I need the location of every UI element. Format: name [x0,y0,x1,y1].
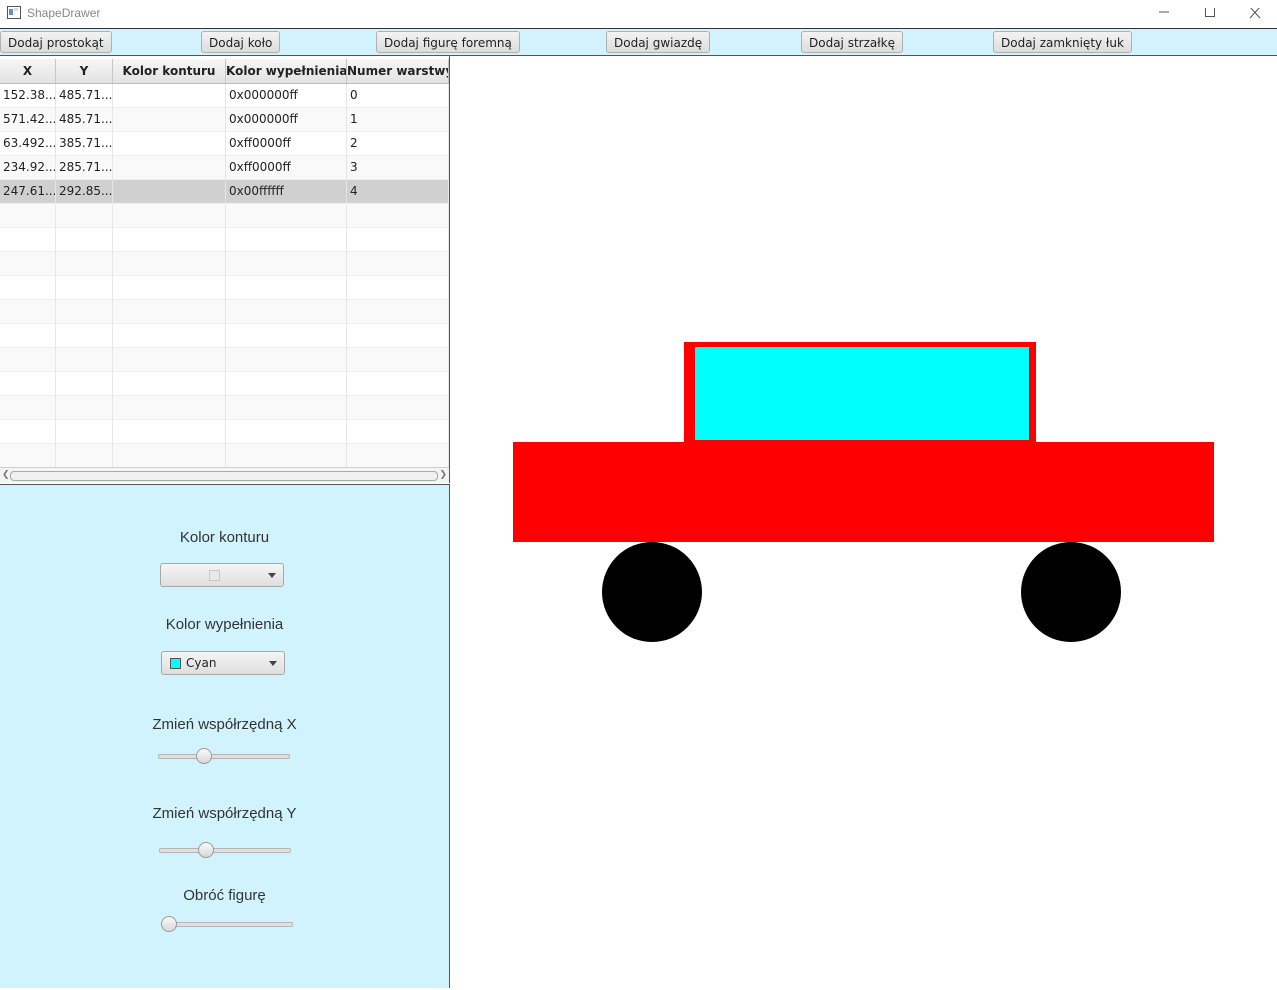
y-coordinate-slider[interactable] [159,842,291,858]
cell-x: 247.61... [0,180,56,204]
cell-y: 285.71... [56,156,113,180]
app-icon [7,6,21,19]
x-coordinate-slider[interactable] [158,748,290,764]
cell-fill-color: 0x000000ff [226,84,347,108]
x-coordinate-label: Zmień współrzędną X [152,716,297,733]
table-row[interactable]: 152.38... 485.71... 0x000000ff 0 [0,84,449,108]
column-header-x[interactable]: X [0,59,56,83]
maximize-button[interactable] [1187,0,1233,28]
fill-color-swatch [170,658,181,669]
cell-stroke-color [113,132,226,156]
y-coordinate-label: Zmień współrzędną Y [152,805,297,822]
fill-color-picker[interactable]: Cyan [161,651,285,675]
left-wheel-circle[interactable] [602,542,702,642]
scroll-left-icon[interactable]: ❮ [2,470,10,480]
column-header-stroke-color[interactable]: Kolor konturu [113,59,226,83]
add-star-button[interactable]: Dodaj gwiazdę [606,31,711,53]
cell-y: 292.85... [56,180,113,204]
cell-fill-color: 0xff0000ff [226,156,347,180]
empty-row [0,228,449,252]
cell-layer-number: 2 [347,132,449,156]
chevron-down-icon [268,573,276,578]
column-header-fill-color[interactable]: Kolor wypełnienia [226,59,347,83]
cell-stroke-color [113,84,226,108]
empty-row [0,348,449,372]
cell-y: 485.71... [56,108,113,132]
cell-stroke-color [113,108,226,132]
cell-layer-number: 4 [347,180,449,204]
empty-row [0,276,449,300]
empty-row [0,300,449,324]
close-icon [1249,8,1261,19]
cell-fill-color: 0x00ffffff [226,180,347,204]
cell-y: 485.71... [56,84,113,108]
shapes-table: X Y Kolor konturu Kolor wypełnienia Nume… [0,56,450,483]
empty-row [0,204,449,228]
table-header: X Y Kolor konturu Kolor wypełnienia Nume… [0,59,449,84]
add-closed-arc-button[interactable]: Dodaj zamknięty łuk [993,31,1132,53]
cell-layer-number: 3 [347,156,449,180]
cell-x: 234.92... [0,156,56,180]
title-bar: ShapeDrawer [0,0,1277,29]
car-window-rectangle[interactable] [695,347,1029,440]
rotate-label: Obróć figurę [183,887,266,904]
slider-thumb[interactable] [195,748,212,764]
cell-x: 571.42... [0,108,56,132]
toolbar: Dodaj prostokąt Dodaj koło Dodaj figurę … [0,29,1277,56]
cell-y: 385.71... [56,132,113,156]
properties-panel: Kolor konturu Kolor wypełnienia Cyan Zmi… [0,484,450,988]
cell-layer-number: 1 [347,108,449,132]
horizontal-scrollbar[interactable]: ❮ ❯ [0,467,449,483]
fill-color-label: Kolor wypełnienia [165,616,284,633]
empty-row [0,396,449,420]
table-row[interactable]: 234.92... 285.71... 0xff0000ff 3 [0,156,449,180]
slider-thumb[interactable] [197,842,214,858]
chevron-down-icon [269,661,277,666]
rotate-slider[interactable] [161,916,293,932]
stroke-color-picker[interactable] [160,563,284,587]
table-row-selected[interactable]: 247.61... 292.85... 0x00ffffff 4 [0,180,449,204]
drawing-canvas[interactable] [450,56,1277,987]
scroll-right-icon[interactable]: ❯ [439,470,447,480]
cell-fill-color: 0xff0000ff [226,132,347,156]
cell-x: 63.492... [0,132,56,156]
canvas-svg [513,342,1214,642]
window-title: ShapeDrawer [27,6,101,20]
table-row[interactable]: 63.492... 385.71... 0xff0000ff 2 [0,132,449,156]
cell-fill-color: 0x000000ff [226,108,347,132]
add-regular-polygon-button[interactable]: Dodaj figurę foremną [376,31,520,53]
table-row[interactable]: 571.42... 485.71... 0x000000ff 1 [0,108,449,132]
add-circle-button[interactable]: Dodaj koło [201,31,281,53]
empty-row [0,372,449,396]
maximize-icon [1205,8,1215,17]
table-body: 152.38... 485.71... 0x000000ff 0 571.42.… [0,84,449,468]
stroke-color-swatch [209,570,220,581]
car-body-rectangle[interactable] [513,442,1214,542]
column-header-y[interactable]: Y [56,59,113,83]
fill-color-value: Cyan [186,656,217,670]
empty-row [0,252,449,276]
cell-stroke-color [113,156,226,180]
cell-x: 152.38... [0,84,56,108]
empty-row [0,324,449,348]
minimize-icon [1159,11,1169,13]
add-rectangle-button[interactable]: Dodaj prostokąt [0,31,112,53]
slider-thumb[interactable] [161,916,177,932]
scrollbar-thumb[interactable] [10,471,438,481]
cell-stroke-color [113,180,226,204]
column-header-layer-number[interactable]: Numer warstwy [347,59,449,83]
close-button[interactable] [1232,0,1277,28]
empty-row [0,420,449,444]
stroke-color-label: Kolor konturu [179,529,270,546]
minimize-button[interactable] [1141,0,1187,28]
cell-layer-number: 0 [347,84,449,108]
empty-row [0,444,449,468]
right-wheel-circle[interactable] [1021,542,1121,642]
add-arrow-button[interactable]: Dodaj strzałkę [801,31,903,53]
